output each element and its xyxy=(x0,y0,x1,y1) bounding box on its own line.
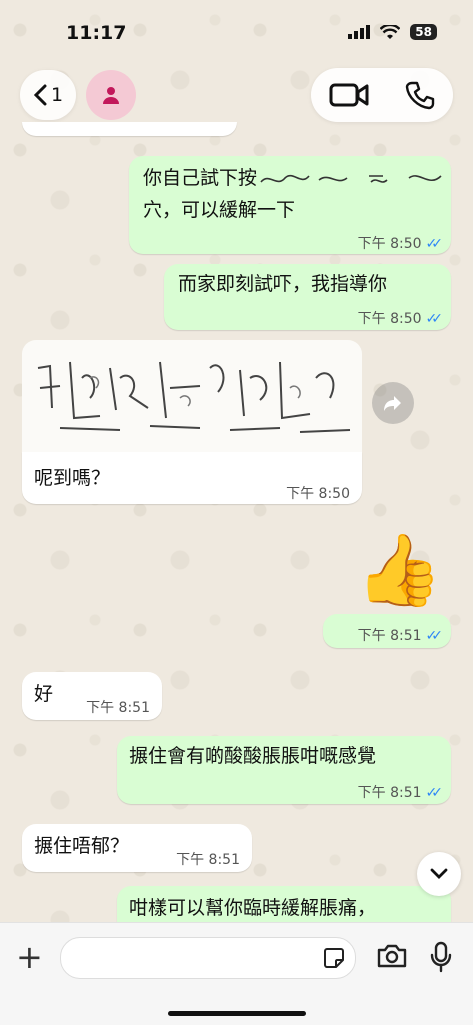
message-bubble-incoming[interactable]: 搌住唔郁？ 下午 8:51 xyxy=(22,824,252,872)
signal-icon xyxy=(348,25,371,39)
read-receipt-icon: ✓✓ xyxy=(425,785,444,801)
status-icons: 58 xyxy=(348,24,437,40)
message-bubble-outgoing[interactable]: 搌住會有啲酸酸脹脹咁嘅感覺 下午 8:51 ✓✓ xyxy=(117,736,451,804)
wifi-icon xyxy=(380,24,401,39)
message-time: 下午 8:50 xyxy=(357,311,422,327)
forward-button[interactable] xyxy=(372,382,414,424)
message-time: 下午 8:51 xyxy=(357,785,422,801)
avatar[interactable] xyxy=(86,70,136,120)
message-time: 下午 8:50 xyxy=(286,486,350,502)
message-meta: 下午 8:50 ✓✓ xyxy=(357,305,444,333)
video-call-icon[interactable] xyxy=(329,82,369,108)
sketch-image xyxy=(37,361,351,433)
message-text: 搌住唔郁？ xyxy=(34,835,130,857)
message-text: 好 xyxy=(34,683,54,705)
partial-message xyxy=(22,122,237,136)
message-bubble-outgoing[interactable]: 而家即刻試吓，我指導你 下午 8:50 ✓✓ xyxy=(164,264,451,330)
chevron-down-icon xyxy=(430,868,448,879)
status-bar: 11:17 58 xyxy=(0,0,473,68)
chevron-left-icon xyxy=(33,84,47,106)
read-receipt-icon: ✓✓ xyxy=(425,628,444,644)
camera-icon[interactable] xyxy=(376,943,408,969)
scribble-redaction xyxy=(260,174,442,183)
message-bubble-incoming[interactable]: 好 下午 8:51 xyxy=(22,672,162,720)
microphone-icon[interactable] xyxy=(430,941,452,973)
message-text: 呢到嗎？ xyxy=(34,467,111,489)
message-meta: 下午 8:51 ✓✓ xyxy=(357,622,444,650)
message-input[interactable] xyxy=(60,937,356,979)
composer-bar: + xyxy=(0,922,473,1025)
person-icon xyxy=(103,87,119,104)
thumbs-up-emoji[interactable]: 👍 xyxy=(356,530,443,610)
sticker-icon[interactable] xyxy=(323,947,345,969)
message-meta: 下午 8:51 xyxy=(86,694,150,722)
call-actions xyxy=(311,68,453,122)
message-meta-outgoing: 下午 8:51 ✓✓ xyxy=(323,614,451,648)
message-time: 下午 8:51 xyxy=(176,852,240,868)
message-meta: 下午 8:51 xyxy=(176,846,240,874)
status-time: 11:17 xyxy=(66,22,127,44)
forward-icon xyxy=(384,396,401,411)
battery-indicator: 58 xyxy=(410,24,437,40)
attach-plus-icon[interactable]: + xyxy=(16,937,43,977)
message-meta: 下午 8:50 xyxy=(286,480,350,508)
back-button[interactable]: 1 xyxy=(20,70,76,120)
unread-count: 1 xyxy=(50,84,64,106)
read-receipt-icon: ✓✓ xyxy=(425,311,444,327)
message-text: 搌住會有啲酸酸脹脹咁嘅感覺 xyxy=(129,745,377,767)
message-text-line2: 穴，可以緩解一下 xyxy=(143,199,296,221)
message-time: 下午 8:51 xyxy=(357,628,422,644)
message-meta: 下午 8:50 ✓✓ xyxy=(357,230,444,258)
message-text: 咁樣可以幫你臨時緩解脹痛， xyxy=(129,897,377,919)
message-time: 下午 8:51 xyxy=(86,700,150,716)
message-bubble-outgoing[interactable]: 你自己試下按 穴，可以緩解一下 下午 8:50 ✓✓ xyxy=(129,156,451,254)
chat-header: 1 xyxy=(0,66,473,124)
scroll-to-bottom-button[interactable] xyxy=(417,852,461,896)
image-message[interactable] xyxy=(22,340,362,452)
phone-call-icon[interactable] xyxy=(405,80,435,110)
message-bubble-incoming[interactable]: 呢到嗎？ 下午 8:50 xyxy=(22,452,362,504)
message-text: 而家即刻試吓，我指導你 xyxy=(178,273,388,295)
message-time: 下午 8:50 xyxy=(357,236,422,252)
message-meta: 下午 8:51 ✓✓ xyxy=(357,779,444,807)
home-indicator xyxy=(168,1011,306,1016)
read-receipt-icon: ✓✓ xyxy=(425,236,444,252)
message-text: 你自己試下按 xyxy=(143,167,258,189)
